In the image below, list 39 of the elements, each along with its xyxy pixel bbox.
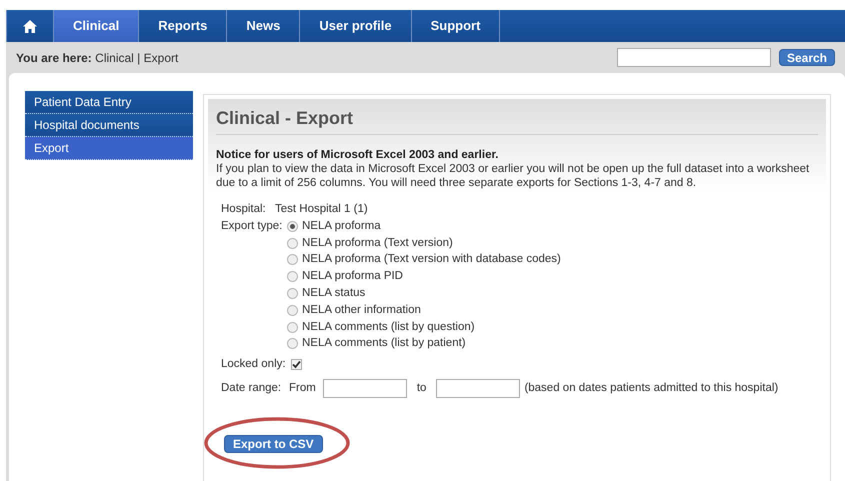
date-range-note: (based on dates patients admitted to this hospital) [524, 380, 778, 396]
page-title: Clinical - Export [216, 105, 818, 135]
nav-tab[interactable]: Clinical [54, 10, 140, 42]
notice-text: If you plan to view the data in Microsoft Excel 2003 or earlier you will not be open up the full dataset into a worksheet due to a limit of 256 columns. You will need three separate exports for Sections 1-3, 4-7 and 8. [216, 162, 810, 190]
to-label: to [416, 380, 426, 396]
field-label: Hospital: [221, 202, 267, 217]
search-field[interactable] [616, 48, 771, 67]
radio-option[interactable]: NELA other information [287, 302, 561, 319]
radio-option[interactable]: NELA proforma (Text version) [287, 234, 561, 252]
radio-button[interactable] [287, 254, 298, 266]
notice-title: Notice for users of Microsoft Excel 2003 and earlier. [216, 148, 500, 162]
radio-option[interactable]: NELA proforma [287, 218, 561, 235]
radio-button[interactable] [287, 288, 298, 300]
sidebar-item[interactable]: Hospital documents [25, 114, 193, 137]
hospital-value: Test Hospital 1 (1) [275, 202, 368, 217]
search-button[interactable]: Search [778, 49, 835, 66]
sidebar-item[interactable]: Export [25, 137, 193, 160]
from-date-field[interactable] [322, 378, 407, 398]
radio-button[interactable] [287, 322, 298, 333]
field-label: Export type: [221, 218, 284, 234]
from-label: From [289, 380, 316, 396]
field-label: Date range: [221, 380, 282, 396]
radio-option[interactable]: NELA proforma PID [287, 268, 561, 286]
radio-button[interactable] [287, 304, 298, 316]
breadcrumb: You are here: Clinical | Export [16, 50, 178, 66]
checkbox[interactable] [291, 358, 302, 370]
radio-button[interactable] [287, 220, 298, 232]
export-csv-button[interactable]: Export to CSV [224, 435, 323, 454]
radio-button[interactable] [287, 238, 298, 249]
to-date-field[interactable] [436, 378, 520, 398]
radio-button[interactable] [287, 271, 298, 282]
radio-option[interactable]: NELA comments (list by patient) [287, 336, 561, 352]
radio-option[interactable]: NELA status [287, 285, 561, 302]
radio-button[interactable] [287, 338, 298, 350]
sidebar-item[interactable]: Patient Data Entry [25, 91, 193, 114]
home-icon [23, 20, 37, 32]
field-label: Locked only: [221, 356, 287, 372]
radio-option[interactable]: NELA comments (list by question) [287, 318, 561, 336]
radio-option[interactable]: NELA proforma (Text version with database codes) [287, 252, 561, 268]
